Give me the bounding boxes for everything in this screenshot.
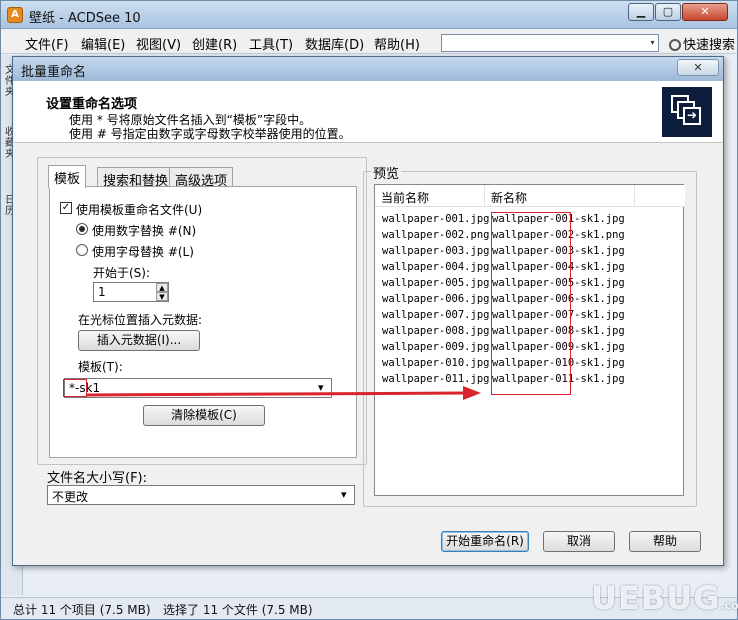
tab-advanced[interactable]: 高级选项 [169, 167, 234, 189]
acdsee-app-icon: A [7, 7, 23, 23]
menu-help[interactable]: 帮助(H) [374, 34, 420, 53]
header-hint-2: 使用 # 号指定由数字或字母数字校举器使用的位置。 [69, 127, 351, 141]
menu-view[interactable]: 视图(V) [136, 34, 181, 53]
case-dropdown-icon[interactable]: ▾ [341, 488, 347, 501]
batch-rename-dialog: 批量重命名 ✕ 设置重命名选项 使用 * 号将原始文件名插入到“模板”字段中。 … [12, 56, 724, 566]
dialog-title-bar: 批量重命名 ✕ [13, 57, 723, 81]
current-name-cell: wallpaper-001.jpg [382, 213, 490, 225]
radio-letter-replace[interactable] [76, 244, 88, 256]
quick-search-dropdown-icon[interactable]: ▾ [647, 35, 658, 51]
use-template-label: 使用模板重命名文件(U) [76, 203, 203, 217]
clear-template-button[interactable]: 清除模板(C) [143, 405, 265, 426]
menu-database[interactable]: 数据库(D) [305, 34, 364, 53]
maximize-button[interactable]: ▢ [655, 3, 681, 21]
quick-search-input[interactable] [441, 34, 659, 52]
start-at-label: 开始于(S): [93, 266, 151, 280]
insert-metadata-button[interactable]: 插入元数据(I)... [78, 330, 200, 351]
batch-rename-icon: ➜ [662, 87, 712, 137]
preview-list[interactable]: 当前名称 新名称 wallpaper-001.jpg wallpaper-001-… [374, 184, 685, 496]
spinner-up-icon[interactable]: ▲ [156, 283, 168, 292]
menu-tools[interactable]: 工具(T) [249, 34, 293, 53]
current-name-cell: wallpaper-003.jpg [382, 245, 490, 257]
template-tab-panel: ✓ 使用模板重命名文件(U) 使用数字替换 #(N) 使用字母替换 #(L) 开… [49, 186, 357, 458]
cancel-button[interactable]: 取消 [543, 531, 615, 552]
insert-metadata-label: 在光标位置插入元数据: [78, 313, 203, 327]
template-label: 模板(T): [78, 360, 123, 374]
current-name-cell: wallpaper-008.jpg [382, 325, 490, 337]
dialog-header: 设置重命名选项 使用 * 号将原始文件名插入到“模板”字段中。 使用 # 号指定… [14, 81, 722, 143]
dialog-title: 批量重命名 [21, 65, 87, 80]
preview-label: 预览 [371, 163, 402, 182]
quick-search-button[interactable]: 快速搜索 [669, 34, 735, 53]
radio-number-replace[interactable] [76, 223, 88, 235]
close-window-button[interactable]: ✕ [682, 3, 728, 21]
help-button[interactable]: 帮助 [629, 531, 701, 552]
use-template-checkbox[interactable]: ✓ [60, 202, 72, 214]
minimize-button[interactable]: ▁ [628, 3, 654, 21]
start-rename-button[interactable]: 开始重命名(R) [441, 531, 529, 552]
current-name-cell: wallpaper-010.jpg [382, 357, 490, 369]
annotation-arrow-icon [86, 386, 481, 400]
watermark-suffix: .com [720, 599, 738, 612]
status-selected: 选择了 11 个文件 (7.5 MB) [163, 603, 313, 617]
column-header-new-name[interactable]: 新名称 [485, 185, 635, 207]
radio-number-label: 使用数字替换 #(N) [92, 224, 197, 238]
menu-edit[interactable]: 编辑(E) [81, 34, 125, 53]
current-name-cell: wallpaper-004.jpg [382, 261, 490, 273]
current-name-cell: wallpaper-009.jpg [382, 341, 490, 353]
filename-case-label: 文件名大小写(F): [47, 471, 148, 486]
header-title: 设置重命名选项 [46, 97, 138, 112]
menu-create[interactable]: 创建(R) [192, 34, 237, 53]
tab-search-replace[interactable]: 搜索和替换 [97, 167, 175, 189]
dialog-close-button[interactable]: ✕ [677, 59, 719, 76]
menu-file[interactable]: 文件(F) [25, 34, 69, 53]
column-header-filler [635, 185, 685, 207]
window-title: 壁纸 - ACDSee 10 [29, 11, 141, 26]
current-name-cell: wallpaper-007.jpg [382, 309, 490, 321]
current-name-cell: wallpaper-005.jpg [382, 277, 490, 289]
spinner-down-icon[interactable]: ▼ [156, 292, 168, 301]
current-name-cell: wallpaper-002.png [382, 229, 490, 241]
column-header-current-name[interactable]: 当前名称 [375, 185, 485, 207]
radio-letter-label: 使用字母替换 #(L) [92, 245, 194, 259]
watermark-text: UEBUG [591, 579, 721, 617]
current-name-cell: wallpaper-006.jpg [382, 293, 490, 305]
quick-search-label: 快速搜索 [683, 38, 736, 53]
title-bar: A 壁纸 - ACDSee 10 ▁ ▢ ✕ [1, 1, 737, 29]
search-icon [669, 39, 681, 51]
filename-case-select[interactable]: 不更改 [47, 485, 355, 505]
new-name-annotation-box [491, 212, 571, 395]
watermark-logo: UEBUG.com [591, 579, 738, 617]
status-total: 总计 11 个项目 (7.5 MB) [13, 603, 151, 617]
tab-template[interactable]: 模板 [48, 165, 87, 188]
